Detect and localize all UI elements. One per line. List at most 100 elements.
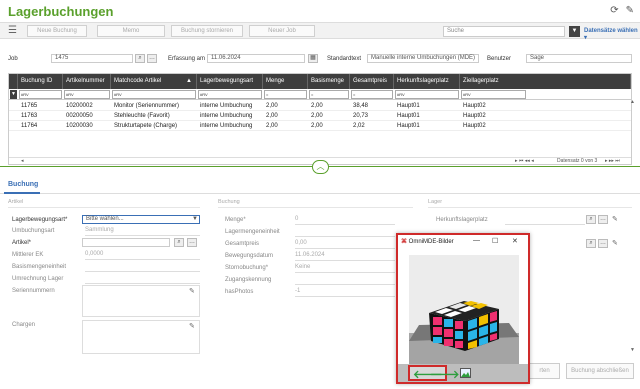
filter-row-icon[interactable]: ▼ xyxy=(10,90,17,99)
finish-booking-button[interactable]: Buchung abschließen xyxy=(566,363,634,379)
memo-button[interactable]: Memo xyxy=(97,25,165,37)
new-job-button[interactable]: Neuer Job xyxy=(249,25,315,37)
herkunft-field[interactable] xyxy=(505,216,585,225)
column-header[interactable]: Basismenge xyxy=(308,74,350,89)
search-icon[interactable]: ⌕ xyxy=(174,238,184,247)
column-header[interactable]: Matchcode Artikel ▲ xyxy=(111,74,197,89)
search-icon[interactable]: ⌕ xyxy=(135,54,145,63)
section-divider xyxy=(218,207,413,208)
grid-header: Buchung ID Artikelnummer Matchcode Artik… xyxy=(9,74,631,89)
standardtext-label: Standardtext xyxy=(327,56,362,62)
edit-icon[interactable]: ✎ xyxy=(189,287,195,295)
mittlerer-ek-field: 0,0000 xyxy=(85,251,200,260)
filter-cell[interactable]: = xyxy=(309,90,349,99)
menu-icon[interactable]: ☰ xyxy=(8,25,17,36)
user-field[interactable]: Sage xyxy=(526,54,632,63)
column-header[interactable]: Ziellagerplatz xyxy=(460,74,631,89)
cell: 2,00 xyxy=(311,103,323,109)
filter-cell[interactable]: #RV xyxy=(198,90,262,99)
more-icon[interactable]: … xyxy=(147,54,157,63)
umbuchungsart-field: Sammlung xyxy=(85,227,200,236)
pager-nav-icons[interactable]: ▸ ⏮ ◂◂ ◂ xyxy=(515,158,534,164)
table-row[interactable]: 11763 00200050 Stehleuchte (Favorit) int… xyxy=(9,111,631,121)
wrench-icon[interactable]: ✎ xyxy=(626,5,634,16)
scroll-up-icon[interactable]: ▲ xyxy=(630,99,635,105)
column-header[interactable]: Lagerbewegungsart xyxy=(197,74,263,89)
column-header[interactable]: Artikelnummer xyxy=(63,74,111,89)
refresh-icon[interactable]: ⟳ xyxy=(610,5,618,16)
table-row[interactable]: 11765 10200002 Monitor (Seriennummer) in… xyxy=(9,101,631,111)
search-icon[interactable]: ⌕ xyxy=(586,239,596,248)
dialog-title: ⌘ OmniMDE-Bilder xyxy=(401,238,454,245)
artikel-field[interactable] xyxy=(82,238,170,247)
cell: 20,73 xyxy=(353,113,369,119)
cancel-booking-button[interactable]: Buchung stornieren xyxy=(171,25,243,37)
column-header[interactable]: Gesamtpreis xyxy=(350,74,394,89)
pager-next-icons[interactable]: ▸ ▸▸ ⏭ xyxy=(605,158,620,164)
filter-cell[interactable]: #RV xyxy=(64,90,110,99)
column-header[interactable]: Herkunftslagerplatz xyxy=(394,74,460,89)
lagerbewegungsart-value: Bitte wählen... xyxy=(86,216,124,222)
job-field[interactable]: 1475 xyxy=(51,54,133,63)
date-field[interactable]: 11.06.2024 xyxy=(207,54,305,63)
cell: interne Umbuchung xyxy=(200,113,253,119)
filter-cell[interactable]: = xyxy=(264,90,307,99)
cell: Haupt02 xyxy=(463,113,486,119)
seriennummern-field[interactable] xyxy=(82,285,200,317)
minimize-icon[interactable]: — xyxy=(473,237,480,244)
cell: Monitor (Seriennummer) xyxy=(114,103,180,109)
scroll-down-icon[interactable]: ▼ xyxy=(630,347,635,353)
seriennummern-label: Seriennummern xyxy=(12,288,55,294)
bookings-grid: Buchung ID Artikelnummer Matchcode Artik… xyxy=(8,73,632,165)
filter-cell[interactable]: = xyxy=(351,90,393,99)
filter-cell[interactable]: #RV xyxy=(112,90,196,99)
section-title-lager: Lager xyxy=(428,199,443,205)
more-icon[interactable]: … xyxy=(598,215,608,224)
cell: 10200030 xyxy=(66,123,93,129)
filter-cell[interactable]: #RV xyxy=(461,90,526,99)
umrechnung-label: Umrechnung Lager xyxy=(12,276,64,282)
edit-icon[interactable]: ✎ xyxy=(612,215,618,223)
filter-row: ▼ #RV #RV #RV #RV = = = #RV #RV xyxy=(9,89,631,100)
filter-icon[interactable]: ▼ xyxy=(569,26,580,37)
filter-cell[interactable]: #RV xyxy=(19,90,62,99)
top-icons: ⟳ ✎ xyxy=(603,5,634,16)
column-header[interactable]: Buchung ID xyxy=(18,74,63,89)
search-icon[interactable]: ⌕ xyxy=(586,215,596,224)
arrow-right-icon[interactable]: 🡒 xyxy=(430,367,460,381)
dialog-title-text: OmniMDE-Bilder xyxy=(408,239,454,245)
lagerbewegungsart-select[interactable]: Bitte wählen... ▼ xyxy=(82,215,200,224)
tab-buchung[interactable]: Buchung xyxy=(8,181,38,188)
more-icon[interactable]: … xyxy=(187,238,197,247)
cell: 38,48 xyxy=(353,103,369,109)
image-icon[interactable] xyxy=(460,368,471,378)
collapse-icon[interactable]: ︿ xyxy=(312,160,329,174)
new-booking-button[interactable]: Neue Buchung xyxy=(27,25,87,37)
cell: Haupt02 xyxy=(463,103,486,109)
search-input[interactable]: Suche xyxy=(443,26,565,37)
menge-field[interactable]: 0 xyxy=(295,216,395,225)
stornobuchung-label: Stornobuchung* xyxy=(225,265,269,271)
scroll-left-icon[interactable]: ◂ xyxy=(21,158,24,164)
chargen-label: Chargen xyxy=(12,322,36,328)
lagermengeneinheit-field xyxy=(295,228,395,237)
cell: Haupt02 xyxy=(463,123,486,129)
cell: 11764 xyxy=(21,123,38,129)
cell: 2,00 xyxy=(266,103,278,109)
close-icon[interactable]: ✕ xyxy=(512,237,518,245)
standardtext-field[interactable]: Manuelle interne Umbuchungen (MDE) xyxy=(367,54,479,63)
edit-icon[interactable]: ✎ xyxy=(189,322,195,330)
edit-icon[interactable]: ✎ xyxy=(612,239,618,247)
date-label: Erfassung am xyxy=(168,56,206,62)
cell: 2,00 xyxy=(266,113,278,119)
partial-button[interactable]: rten xyxy=(530,363,560,379)
calendar-icon[interactable]: ▦ xyxy=(308,54,318,63)
table-row[interactable]: 11764 10200030 Strukturtapete (Charge) i… xyxy=(9,121,631,131)
column-header[interactable]: Menge xyxy=(263,74,308,89)
maximize-icon[interactable]: ☐ xyxy=(492,237,498,245)
filter-cell[interactable]: #RV xyxy=(395,90,459,99)
chargen-field[interactable] xyxy=(82,320,200,354)
herkunft-label: Herkunftslagerplatz xyxy=(436,217,488,223)
select-records-link[interactable]: Datensätze wählen ▾ xyxy=(584,28,640,41)
more-icon[interactable]: … xyxy=(598,239,608,248)
